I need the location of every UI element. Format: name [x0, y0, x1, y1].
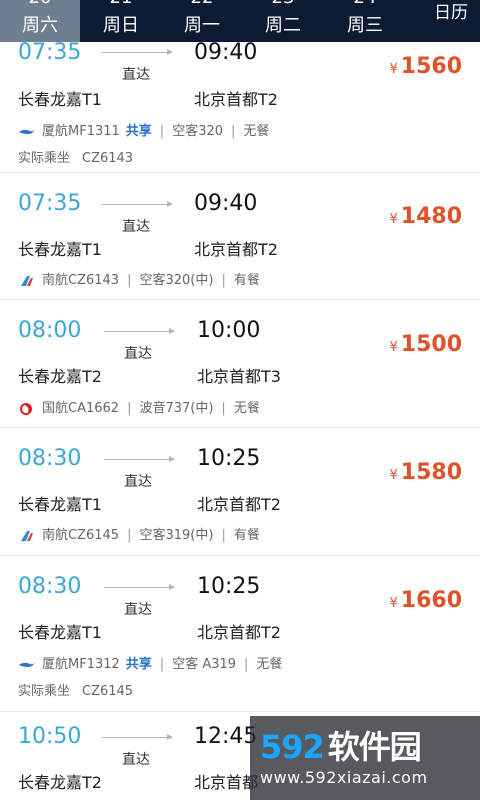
- departure-airport: 长春龙嘉T1: [18, 90, 102, 109]
- departure-airport: 长春龙嘉T2: [18, 773, 102, 792]
- airline-flight: 国航CA1662: [42, 401, 120, 416]
- flight-type: 直达: [124, 474, 152, 490]
- date-tab-21[interactable]: 21 周日: [81, 0, 161, 42]
- flight-card[interactable]: 08:30 直达 10:25 ¥1580 长春龙嘉T1 北京首都T2 南航CZ6…: [0, 427, 480, 556]
- departure-time: 07:35: [18, 40, 82, 65]
- aircraft: 空客319(中): [139, 528, 214, 543]
- departure-airport: 长春龙嘉T1: [18, 240, 102, 259]
- flight-type: 直达: [124, 602, 152, 618]
- price: ¥1580: [389, 460, 462, 485]
- share-badge: 共享: [125, 657, 152, 672]
- flight-card[interactable]: 07:35 直达 09:40 ¥1480 长春龙嘉T1 北京首都T2 南航CZ6…: [0, 172, 480, 300]
- airline-flight: 南航CZ6143: [42, 273, 120, 288]
- route-arrow: [104, 328, 175, 334]
- price: ¥1560: [389, 54, 462, 79]
- arrival-airport: 北京首都T2: [197, 623, 281, 642]
- price: ¥1480: [389, 204, 462, 229]
- airline-flight: 厦航MF1311: [42, 124, 120, 139]
- date-selector: 20 周六 21 周日 22 周一 23 周二 24 周三 日历: [0, 0, 480, 42]
- departure-time: 08:00: [18, 318, 82, 343]
- flight-type: 直达: [122, 67, 150, 83]
- flight-meta: 厦航MF1311 共享 | 空客320 | 无餐: [18, 120, 269, 139]
- arrival-time: 09:40: [194, 191, 258, 216]
- departure-airport: 长春龙嘉T1: [18, 495, 102, 514]
- air-china-icon: [20, 402, 32, 415]
- arrival-airport: 北京首都T3: [197, 367, 281, 386]
- departure-time: 08:30: [18, 574, 82, 599]
- xiamen-airlines-icon: [19, 661, 35, 667]
- share-badge: 共享: [125, 124, 152, 139]
- arrival-airport: 北京首都T2: [194, 240, 278, 259]
- date-tab-23[interactable]: 23 周二: [243, 0, 323, 42]
- route-arrow: [102, 49, 173, 55]
- aircraft: 空客320: [172, 124, 224, 139]
- meal: 无餐: [243, 124, 270, 139]
- arrival-airport: 北京首都T2: [194, 90, 278, 109]
- meal: 有餐: [233, 528, 260, 543]
- flight-meta: 南航CZ6145 | 空客319(中) | 有餐: [18, 524, 260, 543]
- arrival-time: 10:00: [197, 318, 261, 343]
- flight-card[interactable]: 08:00 直达 10:00 ¥1500 长春龙嘉T2 北京首都T3 国航CA1…: [0, 299, 480, 428]
- date-tab-24[interactable]: 24 周三: [325, 0, 405, 42]
- arrival-time: 09:40: [194, 40, 258, 65]
- china-southern-icon: [21, 530, 33, 541]
- flight-meta: 南航CZ6143 | 空客320(中) | 有餐: [18, 269, 260, 288]
- route-arrow: [104, 456, 175, 462]
- arrival-time: 12:45: [194, 724, 258, 749]
- actual-carrier: 实际乘坐 CZ6145: [18, 684, 134, 699]
- flight-card[interactable]: 07:35 直达 09:40 ¥1560 长春龙嘉T1 北京首都T2 厦航MF1…: [0, 30, 480, 173]
- arrival-airport: 北京首都: [194, 773, 259, 792]
- flight-type: 直达: [124, 346, 152, 362]
- route-arrow: [104, 584, 175, 590]
- china-southern-icon: [21, 275, 33, 286]
- aircraft: 波音737(中): [139, 401, 214, 416]
- flight-type: 直达: [122, 219, 150, 235]
- route-arrow: [102, 734, 173, 740]
- flight-type: 直达: [122, 752, 150, 768]
- flight-list: 07:35 直达 09:40 ¥1560 长春龙嘉T1 北京首都T2 厦航MF1…: [0, 0, 480, 800]
- aircraft: 空客320(中): [139, 273, 214, 288]
- price: ¥1500: [389, 332, 462, 357]
- actual-carrier: 实际乘坐 CZ6143: [18, 151, 134, 166]
- meal: 无餐: [256, 657, 283, 672]
- flight-meta: 厦航MF1312 共享 | 空客 A319 | 无餐: [18, 653, 282, 672]
- watermark: 592 软件园 www.592xiazai.com: [250, 716, 480, 800]
- arrival-time: 10:25: [197, 446, 261, 471]
- flight-card[interactable]: 08:30 直达 10:25 ¥1660 长春龙嘉T1 北京首都T2 厦航MF1…: [0, 555, 480, 712]
- price: ¥1660: [389, 588, 462, 613]
- departure-time: 10:50: [18, 724, 82, 749]
- departure-airport: 长春龙嘉T2: [18, 367, 102, 386]
- date-tab-22[interactable]: 22 周一: [162, 0, 242, 42]
- aircraft: 空客 A319: [172, 657, 237, 672]
- route-arrow: [102, 201, 173, 207]
- date-tab-20[interactable]: 20 周六: [0, 0, 80, 42]
- xiamen-airlines-icon: [19, 128, 35, 134]
- departure-time: 08:30: [18, 446, 82, 471]
- watermark-logo: 592 软件园: [260, 728, 422, 766]
- meal: 无餐: [233, 401, 260, 416]
- departure-airport: 长春龙嘉T1: [18, 623, 102, 642]
- arrival-time: 10:25: [197, 574, 261, 599]
- arrival-airport: 北京首都T2: [197, 495, 281, 514]
- airline-flight: 南航CZ6145: [42, 528, 120, 543]
- meal: 有餐: [233, 273, 260, 288]
- flight-meta: 国航CA1662 | 波音737(中) | 无餐: [18, 397, 260, 416]
- calendar-button[interactable]: 日历: [422, 0, 480, 42]
- watermark-url: www.592xiazai.com: [260, 768, 428, 787]
- departure-time: 07:35: [18, 191, 82, 216]
- airline-flight: 厦航MF1312: [42, 657, 120, 672]
